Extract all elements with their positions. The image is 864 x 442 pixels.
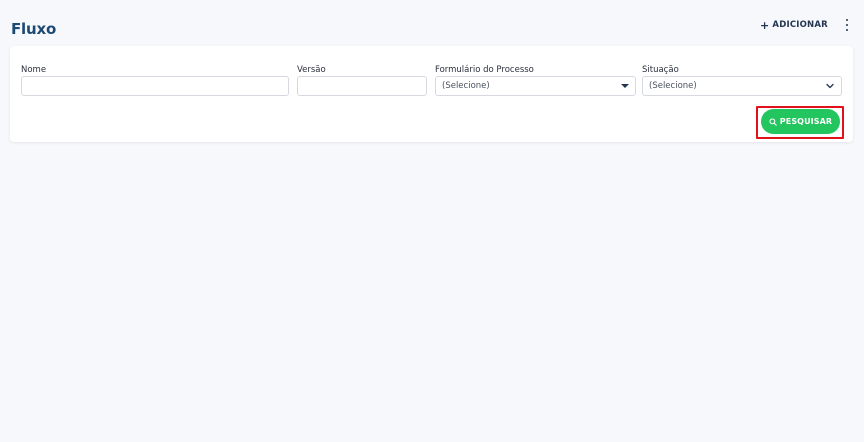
add-button[interactable]: + ADICIONAR — [760, 17, 828, 33]
situation-label: Situação — [642, 65, 679, 75]
situation-selected: (Selecione) — [649, 81, 697, 91]
page-title: Fluxo — [11, 20, 57, 38]
plus-icon: + — [760, 18, 770, 32]
add-button-label: ADICIONAR — [772, 20, 828, 30]
kebab-menu-icon[interactable] — [843, 19, 851, 31]
name-label: Nome — [21, 65, 47, 75]
search-button[interactable]: PESQUISAR — [761, 109, 840, 134]
version-input[interactable] — [297, 76, 427, 96]
name-input[interactable] — [21, 76, 289, 96]
situation-select[interactable]: (Selecione) — [642, 76, 842, 96]
chevron-down-icon — [826, 83, 834, 89]
search-icon — [769, 117, 777, 126]
version-label: Versão — [297, 65, 326, 75]
process-form-select[interactable]: (Selecione) — [435, 76, 636, 96]
process-form-selected: (Selecione) — [442, 81, 490, 91]
search-button-label: PESQUISAR — [779, 117, 833, 126]
caret-down-icon — [621, 84, 629, 88]
page: Fluxo + ADICIONAR Nome Versão Formulário… — [0, 0, 864, 442]
filter-card: Nome Versão Formulário do Processo (Sele… — [10, 46, 853, 142]
process-form-label: Formulário do Processo — [435, 65, 534, 75]
